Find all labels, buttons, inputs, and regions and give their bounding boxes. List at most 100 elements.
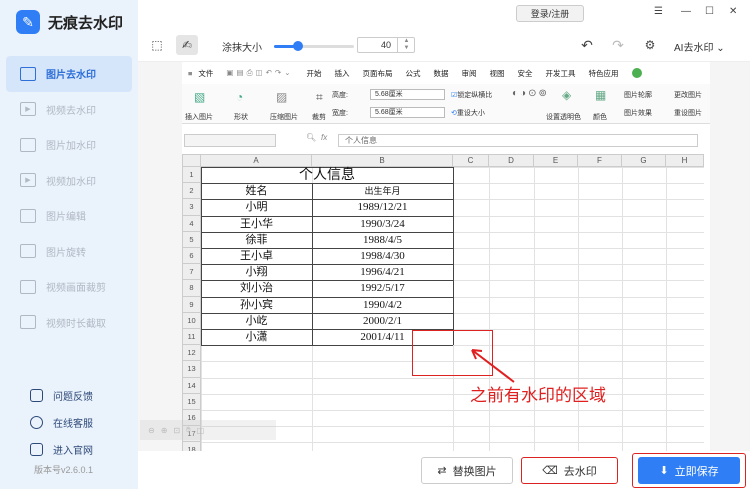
rotate-icon (20, 244, 36, 259)
sidebar-item-video-add-watermark[interactable]: ▶ 视频加水印 (6, 163, 132, 199)
menu-special: 特色应用 (588, 68, 619, 78)
feedback-link[interactable]: 问题反馈 (30, 382, 93, 409)
rect-select-icon[interactable]: ⬚ (148, 36, 166, 54)
ai-icon[interactable]: ⚙ (641, 36, 659, 54)
corner-cell (182, 154, 201, 167)
table-border (453, 167, 454, 346)
close-icon[interactable]: ✕ (729, 6, 737, 17)
gridline (489, 167, 490, 451)
menu-insert: 插入 (334, 68, 350, 78)
sidebar-item-video-crop[interactable]: 视频画面裁剪 (6, 269, 132, 305)
eraser-icon: ✎ (16, 10, 40, 34)
ribbon-change-image: 更改图片 (674, 92, 702, 99)
brush-size-stepper[interactable]: ▲ ▼ (397, 37, 415, 53)
column-header: B (312, 154, 453, 167)
column-header: E (534, 154, 578, 167)
undo-icon[interactable]: ↶ (578, 36, 596, 54)
cell-name: 孙小宾 (240, 298, 273, 311)
rotate-tool-icons: ◐◑⊙⊚ (512, 88, 549, 99)
headset-icon (30, 416, 43, 429)
sidebar-item-label: 视频去水印 (46, 105, 96, 117)
save-label: 立即保存 (674, 465, 719, 478)
cell-birth: 1990/3/24 (360, 217, 405, 230)
menu-data: 数据 (433, 68, 449, 78)
ai-remove-watermark-dropdown[interactable]: AI去水印 ⌄ (674, 39, 725, 54)
ribbon-color: 颜色 (593, 114, 607, 121)
brush-size-slider[interactable] (274, 41, 354, 51)
video-add-icon: ▶ (20, 173, 36, 188)
sidebar-item-image-add-watermark[interactable]: 图片加水印 (6, 127, 132, 163)
row-header: 1 (182, 167, 201, 184)
brush-icon[interactable]: ✍ (176, 35, 198, 55)
zoom-overlay-bar: ⊖ ⊕ ⊡ ✋︎ ◫ (140, 420, 276, 440)
menu-icon[interactable]: ☰ (654, 6, 663, 17)
minimize-icon[interactable]: — (681, 6, 691, 17)
column-header: C (453, 154, 489, 167)
download-icon: ⬇ (659, 465, 669, 477)
menu-page-layout: 页面布局 (362, 68, 393, 78)
header-birth: 出生年月 (364, 186, 401, 197)
ribbon-width-label: 宽度: (332, 110, 348, 117)
row-header: 12 (182, 345, 201, 362)
ribbon-set-transparent: 设置透明色 (546, 114, 581, 121)
sidebar-item-image-remove-watermark[interactable]: 图片去水印 (6, 56, 132, 92)
save-now-button[interactable]: ⬇ 立即保存 (638, 457, 740, 484)
row-header: 10 (182, 312, 201, 329)
video-icon: ▶ (20, 102, 36, 117)
remove-watermark-button[interactable]: ⌫ 去水印 (521, 457, 618, 484)
image-icon (20, 66, 36, 81)
editor-toolbar: ⬚ ✍ 涂抹大小 40 ▲ ▼ ↶ ↷ ⚙ AI去水印 ⌄ (138, 28, 750, 62)
ribbon-reset-size: ⟲重设大小 (451, 108, 485, 118)
app-title: 无痕去水印 (48, 14, 124, 32)
menu-formula: 公式 (405, 68, 421, 78)
name-box (184, 134, 276, 147)
edit-icon (20, 208, 36, 223)
sidebar-item-video-remove-watermark[interactable]: ▶ 视频去水印 (6, 92, 132, 128)
gridline (578, 167, 579, 451)
login-button[interactable]: 登录/注册 (516, 5, 584, 22)
ribbon-shape: 形状 (234, 114, 248, 121)
version-label: 版本号v2.6.0.1 (34, 465, 94, 475)
action-bar: ⇄ 替换图片 ⌫ 去水印 ⬇ 立即保存 (138, 451, 750, 489)
ribbon-insert-image: 插入图片 (185, 114, 213, 121)
redo-icon[interactable]: ↷ (609, 36, 627, 54)
maximize-icon[interactable]: ☐ (705, 6, 714, 17)
website-link[interactable]: 进入官网 (30, 436, 93, 463)
remove-label: 去水印 (563, 465, 597, 478)
cell-birth: 1990/4/2 (362, 298, 403, 311)
sidebar-item-label: 图片去水印 (46, 70, 96, 82)
sidebar-item-image-edit[interactable]: 图片编辑 (6, 198, 132, 234)
table-title: 个人信息 (299, 168, 355, 183)
image-canvas[interactable]: ≡ 文件 ▣▤⎙◫↶↷⌄ 开始 插入 页面布局 公式 数据 审阅 视图 安全 开… (138, 62, 750, 451)
replace-image-button[interactable]: ⇄ 替换图片 (421, 457, 513, 484)
row-header: 2 (182, 183, 201, 200)
sidebar-item-label: 图片加水印 (46, 141, 96, 153)
row-header: 9 (182, 296, 201, 313)
crop-icon (20, 279, 36, 294)
insert-image-icon: ▧ (194, 90, 206, 104)
sidebar-footer: 问题反馈 在线客服 进入官网 (30, 382, 93, 463)
gridline (622, 167, 623, 451)
cell-name: 小翔 (245, 266, 268, 279)
column-header: D (489, 154, 534, 167)
ribbon-reset-image: 重设图片 (674, 110, 702, 117)
support-label: 在线客服 (53, 419, 93, 430)
slider-handle[interactable] (293, 41, 303, 51)
sidebar-item-image-rotate[interactable]: 图片旋转 (6, 234, 132, 270)
row-header: 11 (182, 329, 201, 346)
cell-birth: 2000/2/1 (362, 314, 403, 327)
website-label: 进入官网 (53, 446, 93, 457)
transparent-icon: ◈ (562, 88, 572, 102)
cell-name: 小屹 (245, 314, 268, 327)
support-link[interactable]: 在线客服 (30, 409, 93, 436)
hamburger-icon: ≡ (188, 68, 193, 78)
sidebar-item-label: 视频时长截取 (46, 318, 106, 330)
status-dot-icon (631, 68, 642, 78)
ribbon-compress: 压缩图片 (270, 114, 298, 121)
annotation-text: 之前有水印的区域 (470, 386, 606, 405)
sidebar-item-video-trim[interactable]: 视频时长截取 (6, 305, 132, 341)
browser-icon (30, 443, 43, 456)
menu-view: 视图 (489, 68, 505, 78)
cell-name: 小明 (245, 201, 268, 214)
crop-tool-icon: ⌗ (316, 90, 323, 104)
